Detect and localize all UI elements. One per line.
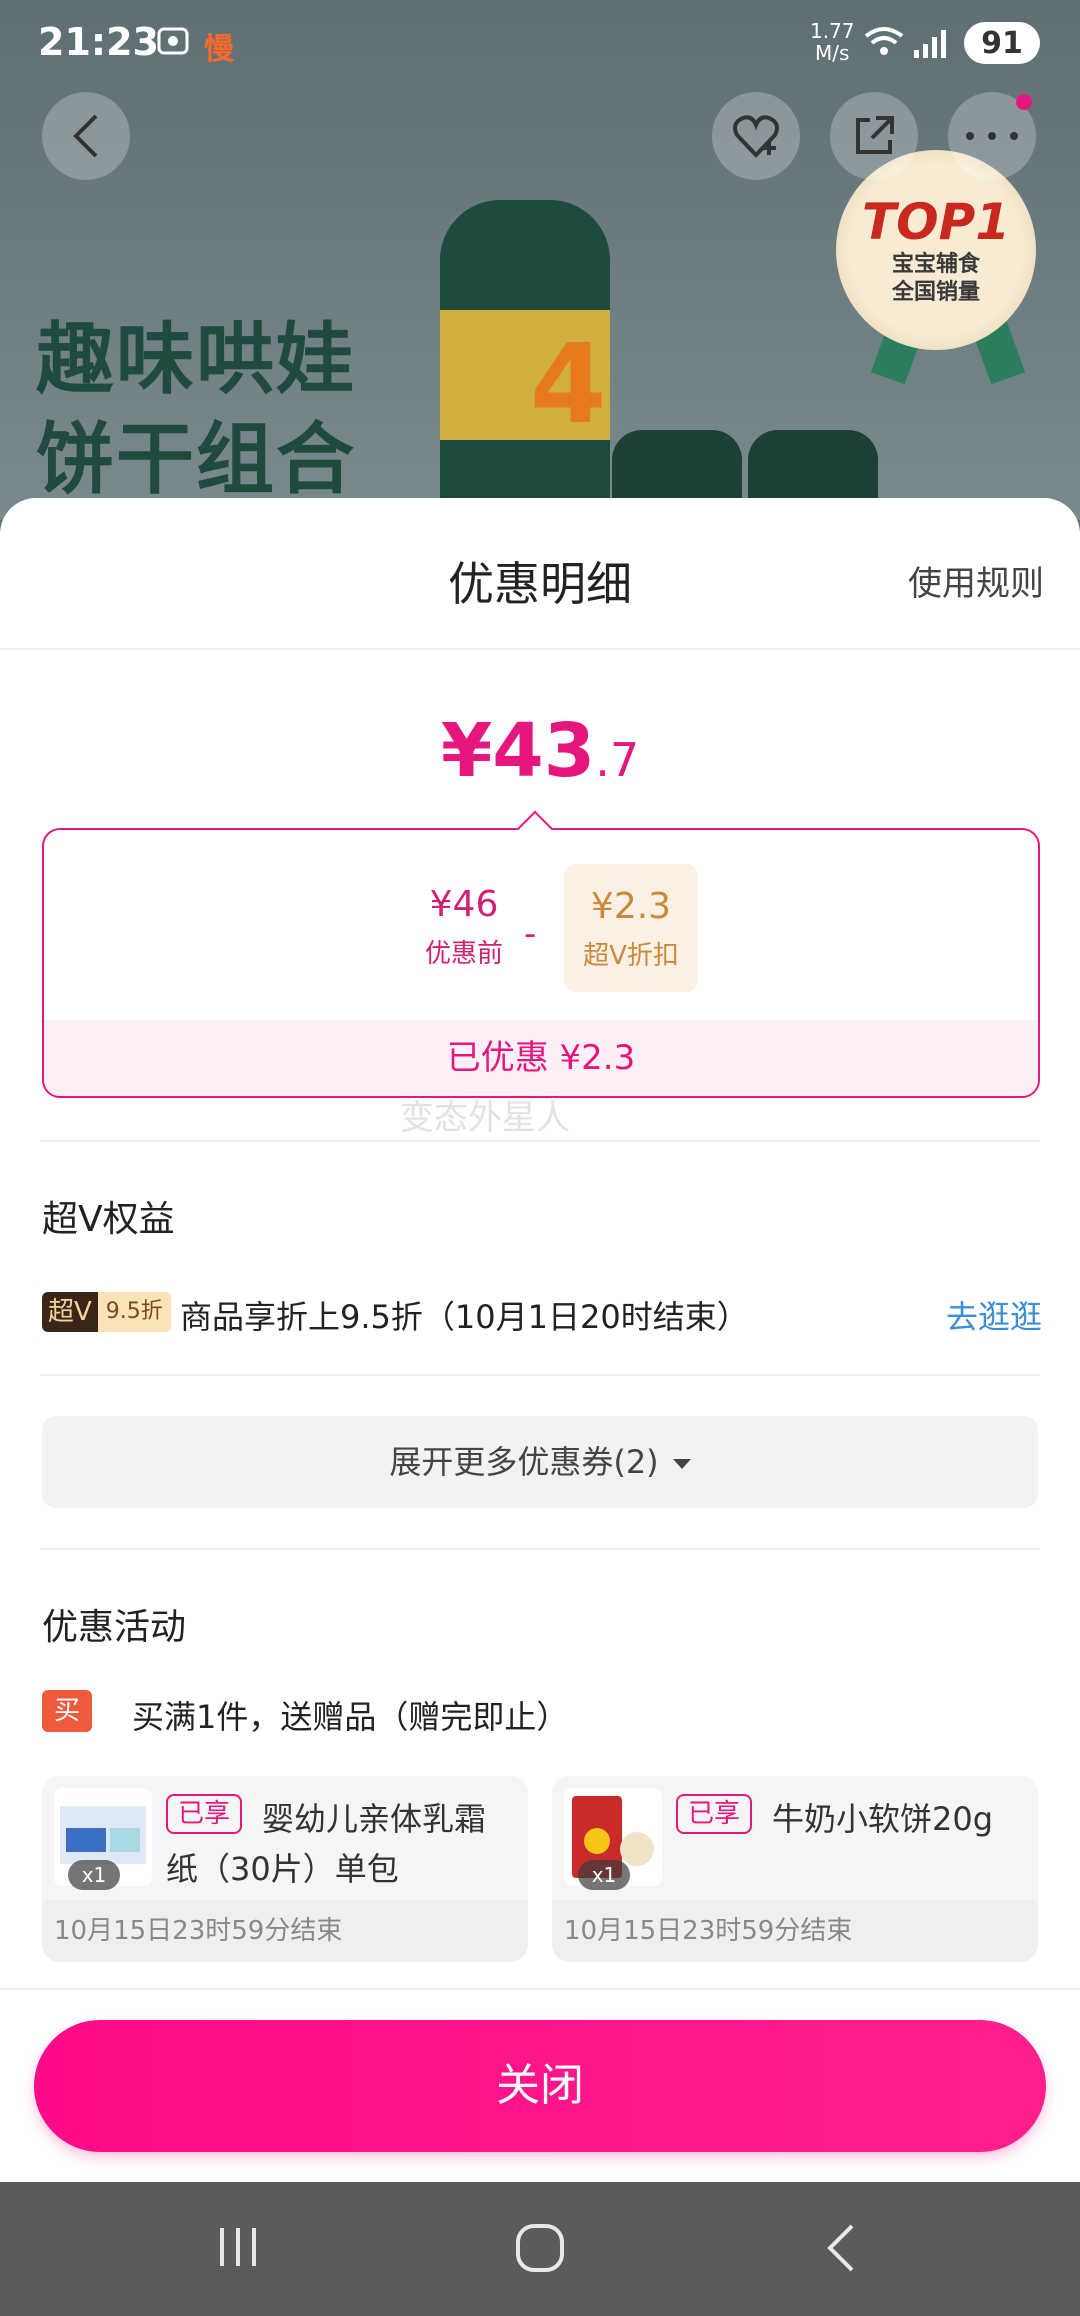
minus-sign: - [524,914,537,954]
gift-tag: 买赠 [42,1690,93,1768]
home-icon[interactable] [514,2222,566,2274]
heart-plus-icon [733,115,779,158]
recent-apps-icon[interactable] [214,2222,264,2272]
expand-coupons-button[interactable]: 展开更多优惠券(2) [42,1416,1038,1508]
divider [40,1140,1040,1142]
enjoyed-badge: 已享 [166,1794,243,1834]
gift-quantity: x1 [68,1860,120,1890]
close-button[interactable]: 关闭 [34,2020,1046,2152]
divider [40,1548,1040,1550]
more-dots-icon [966,132,1018,140]
usage-rules-link[interactable]: 使用规则 [908,556,1044,605]
gift-item-card[interactable]: x1 婴幼儿亲体乳霜纸（30片）单包 已享 10月15日23时59分结束 [42,1776,528,1962]
clock: 21:23 [38,20,159,64]
super-v-tag: 超V 9.5折 [42,1292,171,1332]
original-price: ¥46 优惠前 [424,884,503,969]
app-notification-icon: 慢 [204,32,234,67]
price-breakdown-box: ¥46 优惠前 - ¥2.3 超V折扣 已优惠 ¥2.3 [42,810,1040,1098]
battery-indicator: 91 [964,22,1040,64]
go-shopping-link[interactable]: 去逛逛 [946,1292,1042,1338]
screenshot-icon [156,24,190,66]
banner-title: 趣味哄娃 饼干组合 [36,315,357,505]
system-navigation-bar [0,2182,1080,2316]
super-v-heading: 超V权益 [42,1199,175,1240]
enjoyed-badge: 已享 [676,1794,753,1834]
super-v-benefit-row: 超V 9.5折 商品享折上9.5折（10月1日20时结束） 去逛逛 [42,1288,1042,1338]
top1-badge: TOP1 宝宝辅食 全国销量 [836,150,1036,350]
share-icon [856,116,894,154]
wifi-icon [862,24,906,68]
final-price: ¥43.7 [440,708,640,794]
gift-end-time: 10月15日23时59分结束 [552,1900,1038,1962]
back-nav-icon[interactable] [822,2222,862,2274]
discount-detail-sheet: 优惠明细 使用规则 ¥43.7 ¥46 优惠前 - ¥2.3 超V折扣 已优惠 … [0,498,1080,2182]
divider [0,1988,1080,1990]
notification-dot [1016,94,1032,110]
watermark: 变态外星人 [400,1098,570,1138]
divider [0,648,1080,650]
product-bottle-image: 4 [440,200,610,520]
signal-5g-icon [912,24,952,68]
gift-promo-text: 买满1件，送赠品（赠完即止） [132,1698,569,1736]
gift-quantity: x1 [578,1860,630,1890]
gift-item-card[interactable]: x1 牛奶小软饼20g 已享 10月15日23时59分结束 [552,1776,1038,1962]
chevron-left-icon [73,114,98,158]
super-v-discount: ¥2.3 超V折扣 [564,864,698,992]
status-bar: 21:23 慢 1.77 M/s 91 [0,0,1080,90]
promotions-heading: 优惠活动 [42,1607,187,1648]
divider [40,1374,1040,1376]
share-button[interactable] [830,92,918,180]
saved-amount: 已优惠 ¥2.3 [44,1020,1038,1096]
gift-end-time: 10月15日23时59分结束 [42,1900,528,1962]
caret-down-icon [672,1459,691,1469]
benefit-text: 商品享折上9.5折（10月1日20时结束） [180,1298,749,1336]
back-button[interactable] [42,92,130,180]
favorite-button[interactable] [712,92,800,180]
network-speed: 1.77 M/s [810,19,855,65]
